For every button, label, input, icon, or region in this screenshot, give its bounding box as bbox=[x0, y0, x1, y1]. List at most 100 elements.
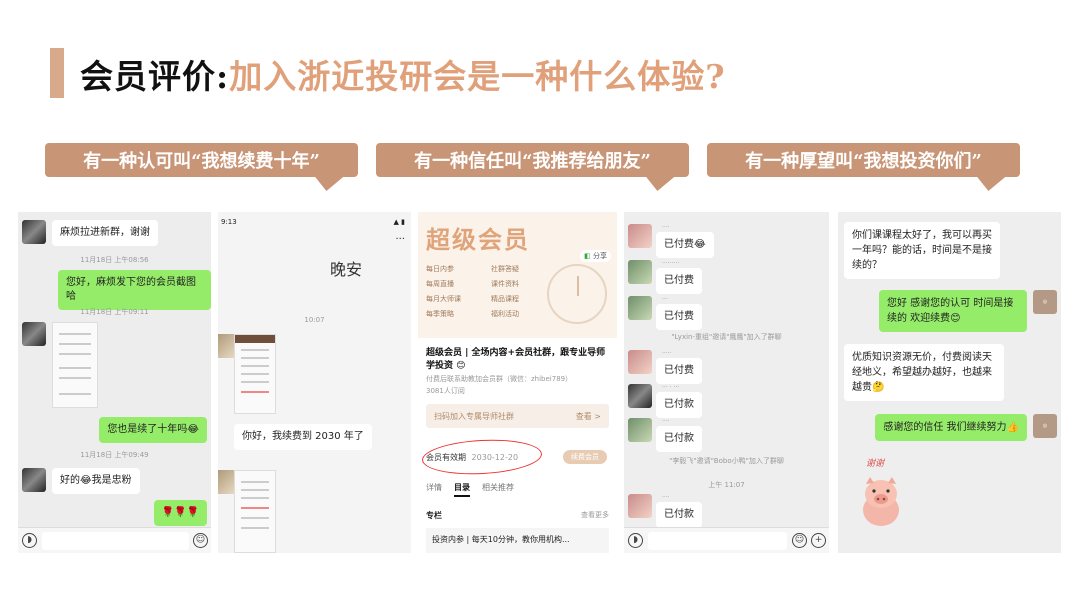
message-row: 您好，麻烦发下您的会员截图哈 bbox=[58, 270, 211, 310]
member-name-blurred: ···· bbox=[662, 418, 670, 425]
benefit-item: 每季策略 bbox=[426, 310, 454, 318]
message-bubble: 麻烦拉进新群，谢谢 bbox=[52, 220, 158, 246]
message-bubble: 您好，麻烦发下您的会员截图哈 bbox=[58, 270, 211, 310]
message-bubble: 已付款 bbox=[656, 502, 702, 528]
message-row: 优质知识资源无价，付费阅读天经地义，希望越办越好，也越来越贵🤔 bbox=[844, 344, 1004, 401]
message-bubble: 已付费 bbox=[656, 268, 702, 294]
avatar bbox=[628, 260, 652, 284]
plus-icon[interactable]: + bbox=[811, 533, 826, 548]
message-row: ··· 已付费 bbox=[628, 296, 702, 330]
message-group: ···· 已付款 bbox=[656, 418, 702, 452]
screenshot-thumbnail[interactable] bbox=[234, 334, 276, 414]
voice-icon[interactable]: ◗ bbox=[628, 533, 643, 548]
voice-icon[interactable]: ◗ bbox=[22, 533, 37, 548]
quote-bubble-recommend: 有一种信任叫“我推荐给朋友” bbox=[376, 143, 689, 191]
message-row: 麻烦拉进新群，谢谢 bbox=[22, 220, 158, 246]
tab-details[interactable]: 详情 bbox=[426, 482, 442, 497]
avatar bbox=[22, 220, 46, 244]
more-icon[interactable]: ··· bbox=[395, 234, 405, 245]
message-row: ···· 已付款 bbox=[628, 494, 702, 528]
message-row: 🌹🌹🌹 bbox=[153, 500, 207, 526]
benefit-item: 福利活动 bbox=[491, 310, 519, 318]
chat-screenshot-2: 9:13 ▲ ▮ ··· 晚安 10:07 你好，我续费到 2030 年了 bbox=[218, 212, 411, 553]
avatar bbox=[22, 468, 46, 492]
screenshot-thumbnail[interactable] bbox=[234, 470, 276, 553]
avatar bbox=[628, 296, 652, 320]
chat-input-bar: ◗ ☺ + bbox=[624, 527, 829, 553]
member-name-blurred: ····· bbox=[662, 350, 672, 357]
status-icons: ▲ ▮ bbox=[393, 218, 405, 226]
chat-screenshot-1: 麻烦拉进新群，谢谢 11月18日 上午08:56 您好，麻烦发下您的会员截图哈 … bbox=[18, 212, 211, 553]
message-group: ···· 已付款 bbox=[656, 494, 702, 528]
timestamp: 11月18日 上午08:56 bbox=[80, 256, 149, 264]
quote-bubble-renew: 有一种认可叫“我想续费十年” bbox=[45, 143, 358, 191]
chat-input[interactable] bbox=[42, 532, 189, 550]
vip-description: 超级会员 | 全场内容+会员社群，跟专业导师学投资 😊 bbox=[426, 348, 606, 371]
join-community-label: 扫码加入专属导师社群 bbox=[434, 411, 514, 421]
page-title: 会员评价: 加入浙近投研会是一种什么体验? bbox=[80, 50, 726, 98]
message-bubble: 好的😂我是忠粉 bbox=[52, 468, 140, 494]
member-name-blurred: ··· bbox=[662, 296, 668, 303]
message-bubble: 你们课课程太好了，我可以再买一年吗？能的话，时间是不是接续的？ bbox=[844, 222, 1000, 279]
quote-bubble-invest-text: 有一种厚望叫“我想投资你们” bbox=[745, 151, 982, 172]
message-bubble: 已付费 bbox=[656, 304, 702, 330]
message-group: ··· · ··· 已付款 bbox=[656, 384, 702, 418]
message-row: ···· 已付款 bbox=[628, 418, 702, 452]
emoji-icon[interactable]: ☺ bbox=[193, 533, 208, 548]
emoji-icon[interactable]: ☺ bbox=[792, 533, 807, 548]
share-icon: ◧ bbox=[584, 252, 591, 260]
timestamp: 11月18日 上午09:49 bbox=[80, 451, 149, 459]
member-name-blurred: ···· bbox=[662, 494, 670, 501]
message-bubble: 感谢您的信任 我们继续努力👍 bbox=[875, 414, 1027, 441]
tab-catalog[interactable]: 目录 bbox=[454, 482, 470, 497]
sticker-caption: 谢谢 bbox=[866, 459, 885, 469]
course-item[interactable]: 投资内参 | 每天10分钟，教你用机构... bbox=[426, 528, 609, 553]
avatar bbox=[22, 322, 46, 346]
message-row bbox=[22, 322, 46, 346]
member-name-blurred: ········· bbox=[662, 260, 680, 267]
group-chat-screenshot: ···· 已付费😂 ········· 已付费 ··· 已付费 "Lyxin-重组"邀… bbox=[624, 212, 829, 553]
bubble-tail bbox=[964, 175, 1008, 191]
screenshot-thumbnail[interactable] bbox=[52, 322, 98, 408]
bubble-tail bbox=[633, 175, 677, 191]
chat-screenshot-5: 你们课课程太好了，我可以再买一年吗？能的话，时间是不是接续的？ 您好 感谢您的认… bbox=[838, 212, 1061, 553]
timestamp: 10:07 bbox=[304, 316, 325, 324]
message-row: 你们课课程太好了，我可以再买一年吗？能的话，时间是不是接续的？ bbox=[844, 222, 1000, 279]
message-bubble: 🌹🌹🌹 bbox=[153, 500, 207, 526]
quote-bubble-invest: 有一种厚望叫“我想投资你们” bbox=[707, 143, 1020, 191]
vip-hero-banner: 超级会员 ◧ 分享 每日内参 社群答疑 每周直播 课件资料 每月大师课 精品课程… bbox=[418, 212, 617, 338]
vip-benefits-list: 每日内参 社群答疑 每周直播 课件资料 每月大师课 精品课程 每季策略 福利活动 bbox=[426, 264, 556, 319]
benefit-item: 每日内参 bbox=[426, 265, 454, 273]
message-bubble: 您也是续了十年吗😂 bbox=[99, 417, 207, 443]
share-button[interactable]: ◧ 分享 bbox=[580, 250, 611, 262]
message-bubble: 您好 感谢您的认可 时间是接续的 欢迎续费😊 bbox=[879, 290, 1027, 332]
chat-input[interactable] bbox=[648, 532, 787, 550]
message-group: ··· 已付费 bbox=[656, 296, 702, 330]
system-message: "Lyxin-重组"邀请"鹰鹰"加入了群聊 bbox=[671, 333, 782, 341]
avatar bbox=[628, 384, 652, 408]
message-row: ···· 已付费😂 bbox=[628, 224, 714, 258]
message-row: 你好，我续费到 2030 年了 bbox=[234, 424, 372, 450]
message-bubble: 优质知识资源无价，付费阅读天经地义，希望越办越好，也越来越贵🤔 bbox=[844, 344, 1004, 401]
clock-illustration bbox=[547, 264, 607, 324]
benefit-item: 课件资料 bbox=[491, 280, 519, 288]
status-time: 9:13 bbox=[221, 218, 237, 226]
message-group: ···· 已付费😂 bbox=[656, 224, 714, 258]
message-bubble: 已付费 bbox=[656, 358, 702, 384]
message-row: ····· 已付费 bbox=[628, 350, 702, 384]
renew-button[interactable]: 续费会员 bbox=[563, 450, 607, 464]
message-row: 您也是续了十年吗😂 bbox=[99, 417, 207, 443]
benefit-item: 每周直播 bbox=[426, 280, 454, 288]
join-community-banner[interactable]: 扫码加入专属导师社群 查看 > bbox=[426, 404, 609, 428]
vip-contact-note: 付费后联系助教加会员群（微信：zhibei789） bbox=[426, 375, 573, 383]
message-bubble: 已付费😂 bbox=[656, 232, 714, 258]
message-row: 感谢您的信任 我们继续努力👍 ◎ bbox=[875, 414, 1057, 441]
see-more-link[interactable]: 查看更多 bbox=[581, 510, 609, 520]
message-bubble: 已付款 bbox=[656, 426, 702, 452]
benefit-item: 社群答疑 bbox=[491, 265, 519, 273]
red-highlight-circle bbox=[421, 436, 543, 478]
message-row: ········· 已付费 bbox=[628, 260, 702, 294]
subscriber-count: 3081人订阅 bbox=[426, 387, 465, 395]
tab-related[interactable]: 相关推荐 bbox=[482, 482, 514, 497]
message-row: ··· · ··· 已付款 bbox=[628, 384, 702, 418]
